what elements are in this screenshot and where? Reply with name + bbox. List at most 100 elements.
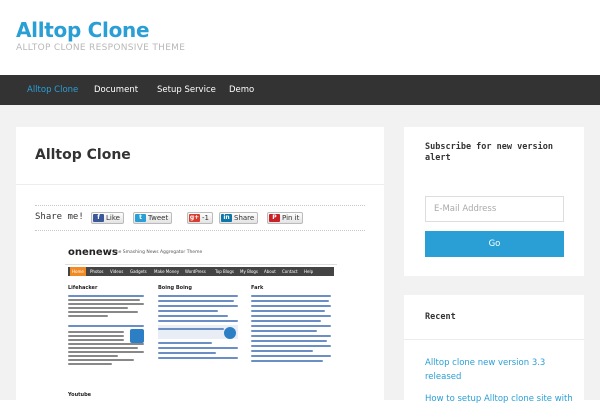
preview-link xyxy=(251,340,327,342)
preview-link xyxy=(158,347,238,349)
facebook-like-button[interactable]: f Like xyxy=(91,212,124,224)
preview-link xyxy=(158,320,238,322)
preview-text xyxy=(68,343,144,345)
preview-link xyxy=(251,325,331,327)
subscribe-widget: Subscribe for new version alert E-Mail A… xyxy=(404,127,584,276)
preview-column-title: Youtube xyxy=(68,392,92,398)
email-field[interactable]: E-Mail Address xyxy=(425,196,564,222)
preview-link xyxy=(251,305,331,307)
preview-thumbnail xyxy=(224,327,236,339)
twitter-icon: t xyxy=(135,214,146,222)
pinterest-icon: P xyxy=(269,214,280,222)
preview-nav-item: Top Blogs xyxy=(215,269,234,274)
preview-tagline: The Smashing News Aggregator Theme xyxy=(113,250,203,255)
preview-nav-item: Gadgets xyxy=(130,269,147,274)
preview-link xyxy=(68,295,144,297)
pinterest-button[interactable]: P Pin it xyxy=(267,212,304,224)
preview-text xyxy=(68,347,138,349)
preview-nav-item: Make Money xyxy=(154,269,180,274)
subscribe-title: Subscribe for new version alert xyxy=(425,142,553,163)
preview-text xyxy=(68,351,144,353)
theme-preview-image: onenews The Smashing News Aggregator The… xyxy=(65,243,337,400)
preview-nav-item: My Blogs xyxy=(240,269,259,274)
entry-title: Alltop Clone xyxy=(35,147,131,163)
preview-text xyxy=(68,335,124,337)
preview-text xyxy=(68,303,144,305)
preview-column: Boing Boing xyxy=(158,281,243,400)
preview-link xyxy=(251,330,317,332)
preview-nav-item: Help xyxy=(304,269,314,274)
preview-text xyxy=(68,311,138,313)
preview-text xyxy=(68,339,124,341)
nav-item-demo[interactable]: Demo xyxy=(229,75,254,105)
preview-link xyxy=(158,305,238,307)
preview-nav-item: Contact xyxy=(282,269,298,274)
linkedin-share-button[interactable]: in Share xyxy=(219,212,259,224)
nav-item-alltop-clone[interactable]: Alltop Clone xyxy=(27,75,78,105)
preview-column-body xyxy=(158,291,243,400)
main-content: Alltop Clone Share me! f Like t Tweet g+… xyxy=(16,127,384,400)
facebook-icon: f xyxy=(93,214,104,222)
google-plus-icon: g+ xyxy=(189,214,200,222)
google-plus-button[interactable]: g+ -1 xyxy=(187,212,213,224)
site-title[interactable]: Alltop Clone xyxy=(16,18,150,42)
preview-link xyxy=(251,360,323,362)
nav-item-document[interactable]: Document xyxy=(94,75,138,105)
preview-link xyxy=(158,352,216,354)
preview-header: onenews The Smashing News Aggregator The… xyxy=(65,243,337,265)
preview-nav-item: About xyxy=(264,269,276,274)
preview-thumbnail xyxy=(130,329,144,343)
recent-post-link[interactable]: How to setup Alltop clone site with xyxy=(425,392,575,406)
share-button-label: Tweet xyxy=(148,214,169,222)
go-button[interactable]: Go xyxy=(425,231,564,257)
site-header: Alltop Clone ALLTOP CLONE RESPONSIVE THE… xyxy=(0,0,600,75)
preview-link xyxy=(251,315,331,317)
preview-link xyxy=(251,320,321,322)
preview-link xyxy=(251,355,331,357)
preview-link xyxy=(158,310,218,312)
preview-logo: onenews xyxy=(68,247,118,258)
share-button-label: Pin it xyxy=(282,214,300,222)
share-label: Share me! xyxy=(35,212,84,222)
divider xyxy=(404,339,584,340)
preview-text xyxy=(68,331,124,333)
preview-link xyxy=(158,357,238,359)
divider xyxy=(16,184,384,185)
preview-link xyxy=(251,335,331,337)
preview-link xyxy=(158,342,212,344)
preview-column: Fark xyxy=(251,281,333,400)
preview-nav: Home Photos Videos Gadgets Make Money Wo… xyxy=(68,267,334,276)
preview-text xyxy=(68,355,118,357)
preview-text xyxy=(68,359,134,361)
preview-text xyxy=(68,307,128,309)
preview-nav-item: Videos xyxy=(110,269,124,274)
share-bar: Share me! f Like t Tweet g+ -1 in Share … xyxy=(35,205,365,231)
preview-link xyxy=(251,345,331,347)
preview-link xyxy=(251,295,331,297)
preview-text xyxy=(68,315,108,317)
preview-column-body: Youtube xyxy=(68,291,148,400)
preview-link xyxy=(251,310,325,312)
recent-widget: Recent Alltop clone new version 3.3 rele… xyxy=(404,295,584,404)
preview-column: Lifehacker Youtube xyxy=(68,281,148,400)
recent-title: Recent xyxy=(425,312,456,322)
recent-post-link[interactable]: Alltop clone new version 3.3 released xyxy=(425,356,575,384)
preview-link xyxy=(251,350,313,352)
preview-column-body xyxy=(251,291,333,400)
preview-link xyxy=(68,325,144,327)
share-button-label: Like xyxy=(106,214,120,222)
nav-item-setup-service[interactable]: Setup Service xyxy=(157,75,216,105)
preview-link xyxy=(158,315,228,317)
share-button-label: Share xyxy=(234,214,255,222)
preview-link xyxy=(158,328,224,330)
preview-text xyxy=(68,363,112,365)
tweet-button[interactable]: t Tweet xyxy=(133,212,173,224)
linkedin-icon: in xyxy=(221,214,232,222)
primary-nav: Alltop Clone Document Setup Service Demo xyxy=(0,75,600,105)
share-button-label: -1 xyxy=(202,214,209,222)
site-tagline: ALLTOP CLONE RESPONSIVE THEME xyxy=(16,43,186,53)
preview-link xyxy=(158,300,234,302)
preview-nav-item: WordPress xyxy=(185,269,206,274)
preview-nav-item: Home xyxy=(70,267,86,276)
preview-link xyxy=(251,300,329,302)
